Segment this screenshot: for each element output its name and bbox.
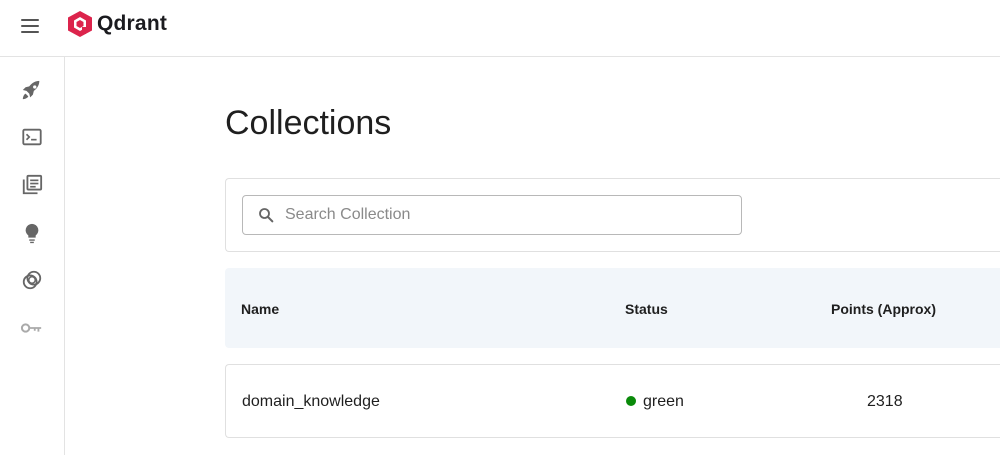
search-input[interactable] bbox=[285, 206, 725, 224]
search-icon bbox=[259, 208, 274, 223]
search-card bbox=[225, 178, 1000, 252]
column-header-points[interactable]: Points (Approx) bbox=[831, 301, 936, 317]
main-content: Collections Name Status Points (Approx) … bbox=[66, 57, 1000, 455]
sidebar bbox=[0, 57, 65, 455]
collection-status: green bbox=[626, 393, 684, 411]
search-field[interactable] bbox=[242, 195, 742, 235]
rocket-icon[interactable] bbox=[20, 78, 44, 102]
table-header: Name Status Points (Approx) bbox=[225, 268, 1000, 348]
qdrant-logo-icon bbox=[68, 11, 92, 37]
key-icon[interactable] bbox=[20, 316, 44, 340]
hamburger-menu-icon[interactable] bbox=[21, 15, 43, 37]
lightbulb-icon[interactable] bbox=[20, 221, 44, 245]
console-icon[interactable] bbox=[20, 125, 44, 149]
page-title: Collections bbox=[225, 104, 392, 142]
app-name: Qdrant bbox=[97, 12, 168, 35]
datasets-icon[interactable] bbox=[20, 268, 44, 292]
app-header: Qdrant bbox=[0, 0, 1000, 57]
column-header-status[interactable]: Status bbox=[625, 301, 668, 317]
table-row[interactable]: domain_knowledge green 2318 bbox=[225, 364, 1000, 438]
status-dot-icon bbox=[626, 396, 636, 406]
column-header-name[interactable]: Name bbox=[241, 301, 279, 317]
collection-points: 2318 bbox=[867, 393, 903, 410]
collections-icon[interactable] bbox=[20, 173, 44, 197]
collection-name[interactable]: domain_knowledge bbox=[242, 393, 380, 411]
status-label: green bbox=[643, 393, 684, 410]
qdrant-logo[interactable]: Qdrant bbox=[67, 10, 167, 38]
